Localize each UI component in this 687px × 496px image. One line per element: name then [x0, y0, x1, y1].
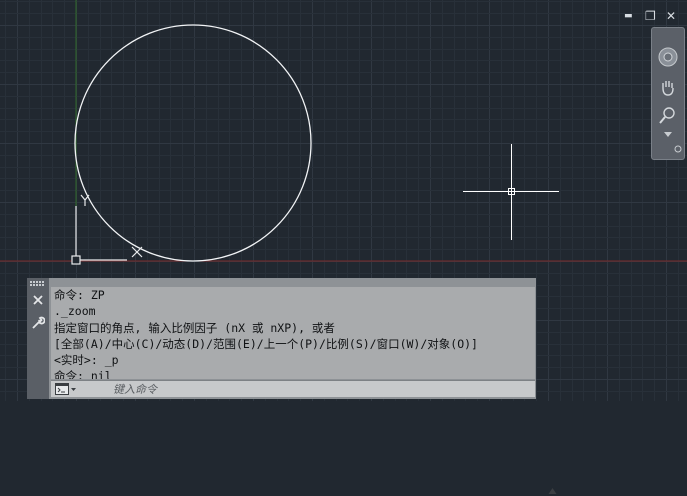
history-line: ._zoom — [54, 304, 96, 319]
close-button[interactable]: ✕ — [666, 9, 676, 23]
steering-wheel-icon[interactable] — [657, 46, 679, 68]
grip-icon[interactable] — [30, 281, 46, 286]
history-line: [全部(A)/中心(C)/动态(D)/范围(E)/上一个(P)/比例(S)/窗口… — [54, 336, 478, 351]
command-prompt-icon[interactable] — [55, 383, 77, 396]
nav-dropdown-icon[interactable] — [664, 132, 672, 138]
scroll-up-icon[interactable] — [548, 486, 557, 496]
command-line-toolstrip[interactable] — [27, 278, 49, 399]
pan-hand-icon[interactable] — [657, 76, 679, 98]
history-line: <实时>: _p — [54, 353, 119, 368]
zoom-icon[interactable] — [657, 104, 679, 126]
nav-menu-icon[interactable] — [674, 145, 682, 153]
navigation-bar[interactable] — [651, 27, 685, 160]
restore-button[interactable]: ❐ — [645, 9, 656, 23]
command-line-panel[interactable]: 命令: ZP ._zoom 指定窗口的角点, 输入比例因子 (nX 或 nXP)… — [27, 278, 557, 494]
close-icon[interactable] — [33, 295, 43, 305]
wrench-icon[interactable] — [31, 316, 45, 330]
minimize-button[interactable]: ▬ — [624, 9, 633, 23]
command-input[interactable] — [113, 381, 513, 397]
ucs-icon — [71, 194, 143, 265]
history-line: 命令: ZP — [54, 288, 105, 302]
history-line: 命令: nil — [54, 369, 112, 379]
command-history: 命令: ZP ._zoom 指定窗口的角点, 输入比例因子 (nX 或 nXP)… — [51, 287, 535, 379]
command-input-bar[interactable] — [51, 380, 557, 494]
history-line: 指定窗口的角点, 输入比例因子 (nX 或 nXP), 或者 — [54, 320, 335, 335]
